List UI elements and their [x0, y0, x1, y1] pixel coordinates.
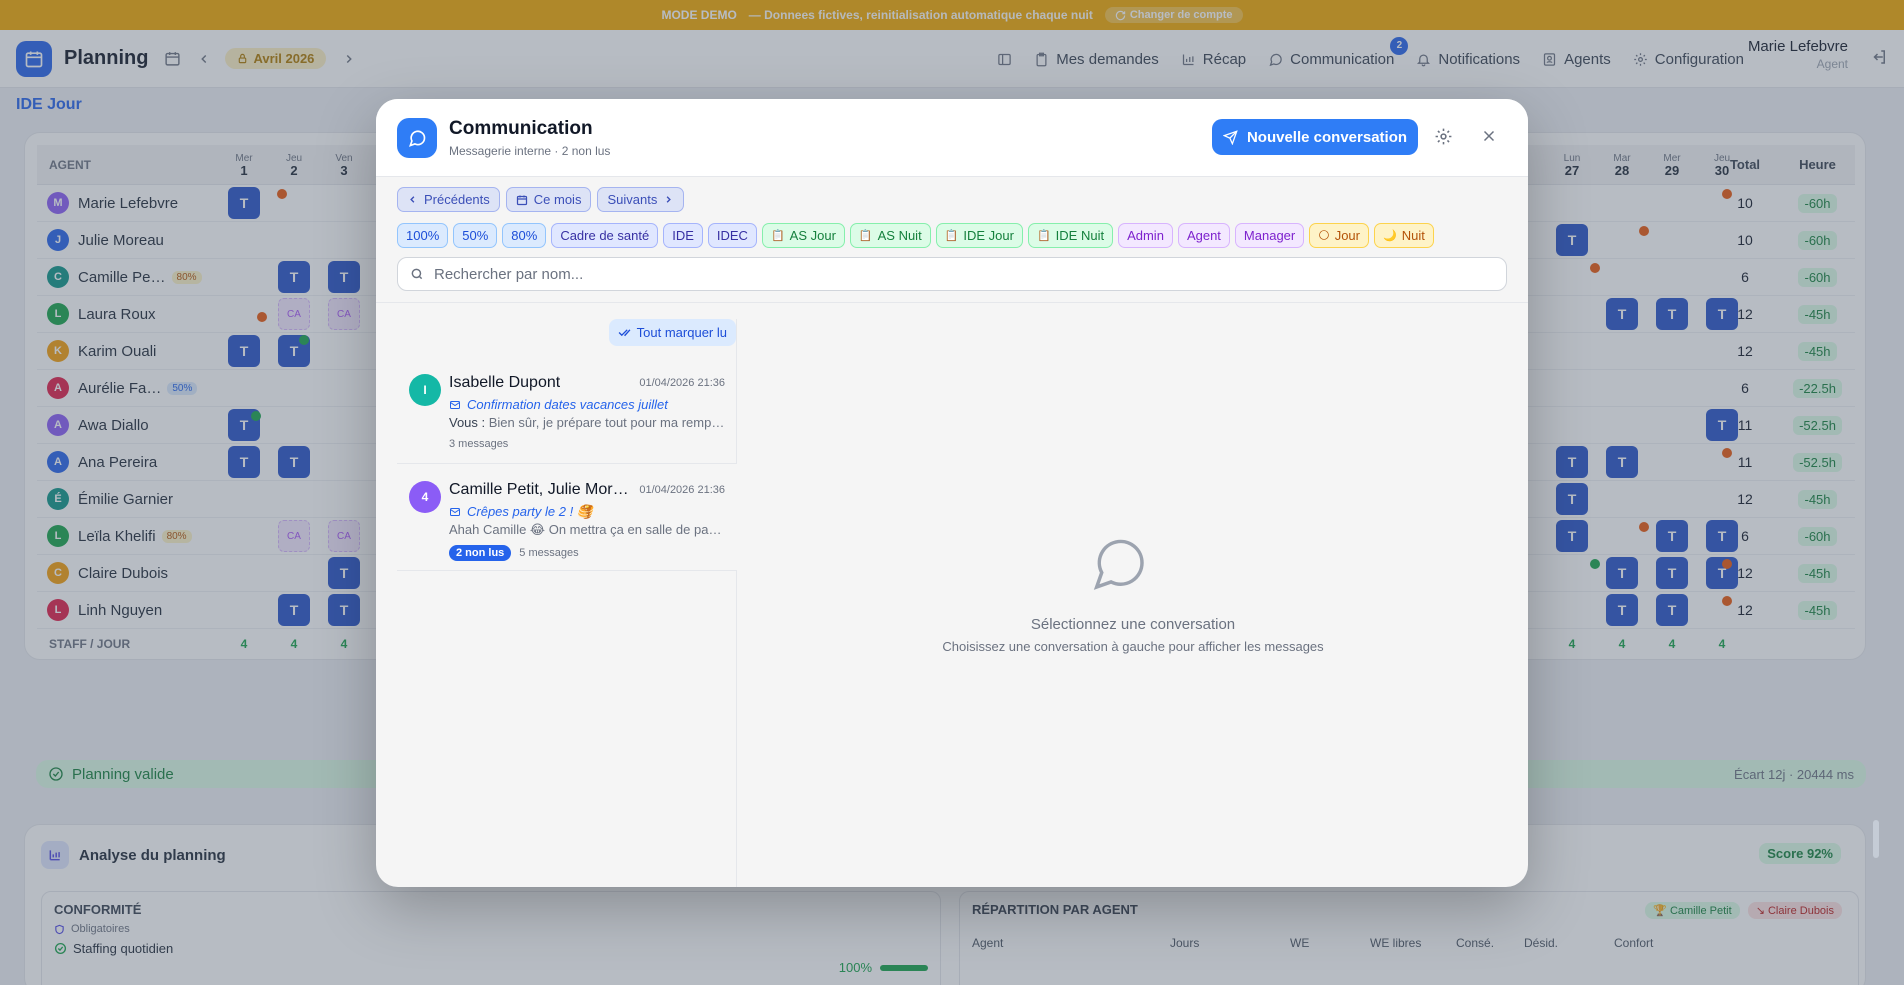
double-check-icon [618, 329, 631, 337]
period-nav: Précédents Ce mois Suivants [397, 187, 685, 212]
conversation-preview: Vous : Bien sûr, je prépare tout pour ma… [449, 415, 725, 430]
search-input[interactable] [434, 265, 1434, 283]
filter-chip[interactable]: 📋 IDE Jour [935, 223, 1023, 248]
avatar: I [409, 374, 441, 406]
filter-chip[interactable]: 100% [397, 223, 449, 248]
chip-icon: 🌙 [1383, 230, 1397, 242]
message-count: 5 messages [519, 547, 579, 559]
communication-modal: Communication Messagerie interne · 2 non… [376, 99, 1528, 887]
filter-chip-label: IDEC [716, 228, 748, 243]
filter-chip-label: IDE Jour [963, 228, 1014, 243]
filter-chip[interactable]: 50% [453, 223, 498, 248]
conversation-subject: Crêpes party le 2 ! 🥞 [449, 504, 593, 520]
mark-all-read-label: Tout marquer lu [636, 325, 727, 340]
filter-zone: Précédents Ce mois Suivants 100% 50% 80% Ca… [376, 177, 1528, 303]
filter-chip-label: Nuit [1401, 228, 1425, 243]
filter-chip[interactable]: Agent [1177, 223, 1230, 248]
filter-chip[interactable]: 📋 AS Jour [761, 223, 845, 248]
filter-chip-label: IDE [672, 228, 694, 243]
message-count: 3 messages [449, 438, 509, 450]
conversation-meta: 2 non lus 5 messages [449, 545, 579, 561]
chat-bubble-icon [1086, 531, 1150, 598]
modal-title: Communication [449, 118, 593, 139]
filter-chip[interactable]: 🌙 Nuit [1374, 223, 1434, 248]
conversation-date: 01/04/2026 21:36 [639, 377, 725, 389]
search-icon [411, 268, 423, 280]
conversation-name: Isabelle Dupont [449, 374, 561, 391]
this-month-button[interactable]: Ce mois [505, 187, 592, 212]
filter-chip-label: Jour [1334, 228, 1360, 243]
unread-badge: 2 non lus [449, 545, 512, 561]
filter-chip-label: Admin [1127, 228, 1164, 243]
modal-header: Communication Messagerie interne · 2 non… [376, 99, 1528, 177]
avatar: 4 [409, 481, 441, 513]
next-period-label: Suivants [607, 192, 658, 207]
filter-chip-label: 100% [406, 228, 440, 243]
chat-icon [397, 118, 437, 158]
mail-icon [450, 400, 460, 409]
mark-all-read-button[interactable]: Tout marquer lu [608, 319, 736, 346]
calendar-icon [516, 195, 527, 205]
filter-chip[interactable]: IDEC [707, 223, 757, 248]
list-item[interactable]: I Isabelle Dupont 01/04/2026 21:36 Confirma… [397, 357, 737, 464]
filter-chip[interactable]: 80% [502, 223, 547, 248]
settings-gear-icon[interactable] [1434, 127, 1453, 149]
filter-chip[interactable]: 📋 IDE Nuit [1027, 223, 1114, 248]
conversation-subject: Confirmation dates vacances juillet [449, 397, 668, 412]
previous-period-label: Précédents [424, 192, 490, 207]
filter-chip[interactable]: Manager [1234, 223, 1305, 248]
conversation-date: 01/04/2026 21:36 [639, 484, 725, 496]
empty-title: Sélectionnez une conversation [1030, 616, 1236, 633]
send-icon [1222, 129, 1238, 145]
filter-chips: 100% 50% 80% Cadre de santé IDE IDEC 📋 AS Jour 📋… [397, 223, 1434, 248]
chip-icon: 🌕 [1318, 230, 1330, 242]
this-month-label: Ce mois [533, 192, 582, 207]
filter-chip[interactable]: 📋 AS Nuit [849, 223, 931, 248]
filter-chip[interactable]: IDE [663, 223, 703, 248]
close-icon[interactable] [1480, 127, 1498, 148]
chevron-right-icon [666, 196, 672, 203]
search-box[interactable] [397, 257, 1507, 291]
page-scrollbar[interactable] [1873, 820, 1879, 858]
filter-chip[interactable]: 🌕 Jour [1309, 223, 1369, 248]
mail-icon [450, 508, 460, 516]
conversation-list: Tout marquer lu I Isabelle Dupont 01/04/20… [397, 319, 737, 887]
filter-chip-label: AS Nuit [877, 228, 922, 243]
filter-chip-label: Manager [1243, 228, 1296, 243]
filter-chip-label: 80% [511, 228, 538, 243]
filter-chip-label: IDE Nuit [1055, 228, 1105, 243]
new-conversation-button[interactable]: Nouvelle conversation [1212, 119, 1418, 155]
conversation-meta: 3 messages [449, 438, 508, 450]
filter-chip-label: 50% [462, 228, 489, 243]
next-period-button[interactable]: Suivants [597, 187, 685, 212]
chevron-left-icon [410, 196, 415, 203]
conversation-name: Camille Petit, Julie Moreau, Laura Roux [449, 481, 629, 498]
filter-chip[interactable]: Cadre de santé [551, 223, 659, 248]
filter-chip-label: AS Jour [789, 228, 836, 243]
list-item[interactable]: 4 Camille Petit, Julie Moreau, Laura Roux… [397, 464, 737, 571]
filter-chip-label: Agent [1186, 228, 1221, 243]
chip-icon: 📋 [858, 230, 873, 242]
modal-subtitle: Messagerie interne · 2 non lus [449, 144, 611, 158]
message-pane-empty: Sélectionnez une conversation Choisissez… [738, 303, 1528, 887]
empty-subtitle: Choisissez une conversation à gauche pou… [942, 639, 1324, 654]
filter-chip-label: Cadre de santé [560, 228, 650, 243]
chip-icon: 📋 [944, 230, 959, 242]
chip-icon: 📋 [1036, 230, 1051, 242]
previous-period-button[interactable]: Précédents [397, 187, 500, 212]
conversation-preview: Ahah Camille 😂 On mettra ça en salle de … [449, 522, 725, 537]
chip-icon: 📋 [770, 230, 785, 242]
new-conversation-label: Nouvelle conversation [1246, 128, 1408, 146]
filter-chip[interactable]: Admin [1118, 223, 1173, 248]
